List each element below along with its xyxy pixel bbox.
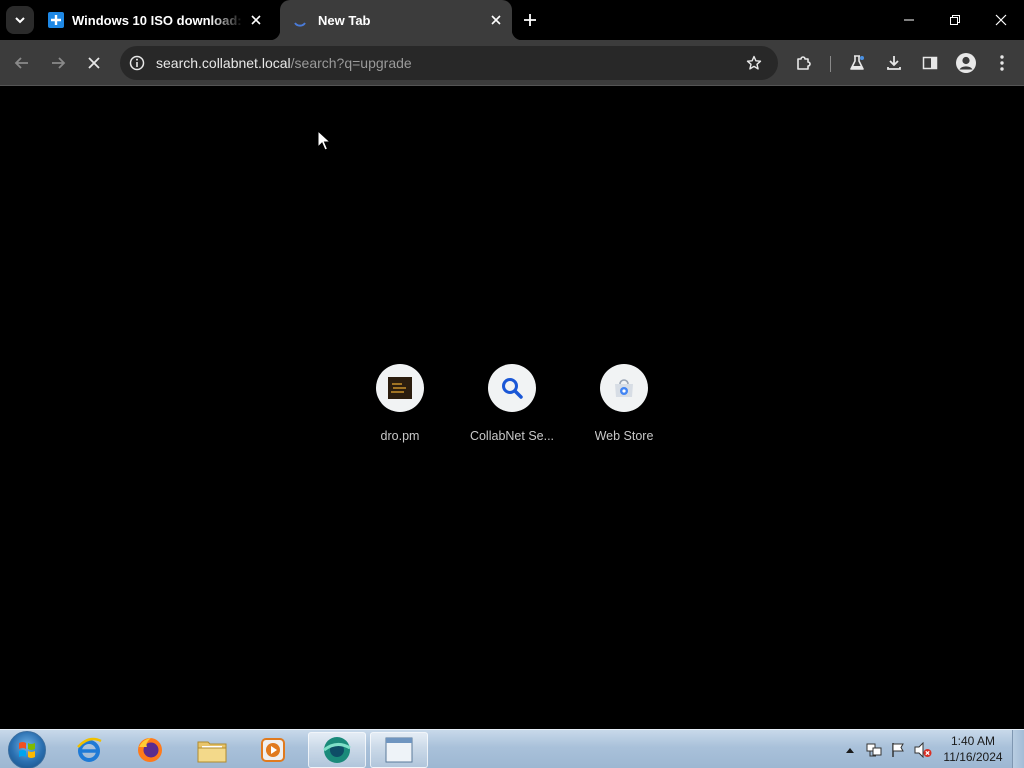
flag-icon [892, 742, 904, 757]
address-text: search.collabnet.local/search?q=upgrade [156, 55, 412, 71]
close-icon [995, 14, 1007, 26]
bookmark-button[interactable] [742, 51, 766, 75]
chevron-up-icon [846, 747, 854, 753]
close-icon [251, 15, 261, 25]
side-panel-button[interactable] [914, 47, 946, 79]
browser-app-icon [323, 737, 351, 763]
taskbar: 1:40 AM 11/16/2024 [0, 729, 1024, 768]
info-icon [129, 55, 145, 71]
close-tab-button[interactable] [244, 8, 268, 32]
start-button[interactable] [8, 731, 46, 768]
extensions-button[interactable] [788, 47, 820, 79]
clock-time: 1:40 AM [950, 734, 996, 748]
puzzle-icon [797, 56, 811, 70]
tab-search-button[interactable] [6, 6, 34, 34]
close-icon [491, 15, 501, 25]
volume-muted-icon [914, 741, 932, 758]
dro-pm-site-icon [388, 377, 412, 399]
address-path: /search?q=upgrade [290, 55, 412, 71]
flask-icon [850, 55, 864, 70]
minimize-icon [904, 19, 914, 21]
menu-button[interactable] [986, 47, 1018, 79]
web-store-icon [615, 379, 633, 397]
tab-new-tab[interactable]: New Tab [270, 0, 522, 40]
taskbar-internet-explorer[interactable] [60, 732, 118, 768]
show-hidden-icons-button[interactable] [842, 730, 858, 768]
taskbar-media-player[interactable] [244, 732, 302, 768]
internet-explorer-icon [77, 737, 102, 762]
shortcut-icon [488, 364, 536, 412]
folder-icon [197, 741, 227, 763]
close-icon [88, 57, 100, 69]
address-bar[interactable]: search.collabnet.local/search?q=upgrade [120, 46, 778, 80]
search-icon [502, 378, 523, 399]
avatar-icon [956, 53, 976, 73]
browser-toolbar: search.collabnet.local/search?q=upgrade [0, 40, 1024, 86]
close-window-button[interactable] [978, 0, 1024, 40]
screen: Windows 10 ISO download: ho New Tab sear… [0, 0, 1024, 768]
shortcut-tile[interactable]: dro.pm [344, 364, 456, 443]
restore-icon [950, 15, 960, 25]
plus-icon [524, 14, 536, 26]
window-icon [385, 737, 413, 763]
network-tray-icon[interactable] [864, 730, 884, 768]
address-host: search.collabnet.local [156, 55, 291, 71]
labs-button[interactable] [841, 47, 873, 79]
downloads-button[interactable] [878, 47, 910, 79]
arrow-left-icon [14, 57, 28, 69]
mouse-cursor-icon [317, 130, 331, 151]
firefox-icon [138, 738, 162, 762]
shortcut-label: dro.pm [380, 429, 420, 443]
star-icon [746, 55, 762, 70]
windows-logo-icon [19, 742, 35, 758]
action-center-tray-icon[interactable] [888, 730, 908, 768]
loading-spinner-icon [294, 22, 306, 27]
new-tab-button[interactable] [518, 8, 542, 32]
taskbar-firefox[interactable] [121, 732, 179, 768]
network-icon [866, 743, 882, 756]
back-button[interactable] [6, 47, 38, 79]
taskbar-file-explorer[interactable] [183, 732, 241, 768]
shortcut-icon [600, 364, 648, 412]
tab-title: Windows 10 ISO download: ho [72, 12, 244, 28]
shortcut-icon [376, 364, 424, 412]
taskbar-window[interactable] [370, 732, 428, 768]
site-info-button[interactable] [120, 46, 154, 80]
toolbar-divider [830, 56, 831, 72]
system-clock[interactable]: 1:40 AM 11/16/2024 [940, 733, 1006, 765]
shortcut-tile[interactable]: Web Store [568, 364, 680, 443]
restore-button[interactable] [932, 0, 978, 40]
media-player-icon [261, 738, 285, 762]
chevron-down-icon [15, 17, 25, 24]
shortcut-tile[interactable]: CollabNet Se... [456, 364, 568, 443]
profile-button[interactable] [950, 47, 982, 79]
tab-title: New Tab [318, 12, 371, 28]
arrow-right-icon [52, 57, 66, 69]
new-tab-page: dro.pm CollabNet Se... Web Store [0, 87, 1024, 729]
stop-loading-button[interactable] [78, 47, 110, 79]
clock-date: 11/16/2024 [943, 750, 1003, 764]
plus-square-favicon-icon [48, 12, 64, 28]
minimize-button[interactable] [886, 0, 932, 40]
show-desktop-button[interactable] [1012, 730, 1024, 768]
more-vertical-icon [1000, 55, 1004, 71]
volume-tray-icon[interactable] [912, 730, 934, 768]
side-panel-icon [922, 56, 938, 70]
tab-windows-10-iso[interactable]: Windows 10 ISO download: ho [40, 0, 272, 40]
shortcut-label: CollabNet Se... [469, 429, 555, 443]
download-icon [887, 56, 901, 70]
tab-strip: Windows 10 ISO download: ho New Tab [0, 0, 1024, 40]
close-tab-button[interactable] [484, 8, 508, 32]
shortcut-label: Web Store [594, 429, 654, 443]
taskbar-browser[interactable] [308, 732, 366, 768]
forward-button[interactable] [42, 47, 74, 79]
